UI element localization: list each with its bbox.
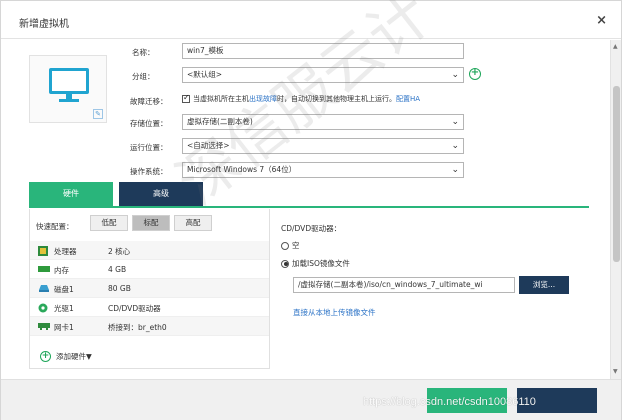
hardware-name: 光驱1 [54,304,74,313]
vm-icon-box: ✎ [29,55,107,123]
hardware-value: 4 GB [108,265,127,274]
cd-title: CD/DVD驱动器： [281,224,342,233]
dialog-footer: https://blog.csdn.net/csdn10086110 [1,379,621,420]
hardware-panel: 快速配置： 低配 标配 高配 处理器 2 核心 内存 4 GB 磁盘1 80 G… [29,209,270,369]
cpu-icon [38,246,48,256]
storage-select[interactable]: 虚拟存储(二副本卷) ⌄ [182,114,464,130]
disk-icon [39,285,49,292]
add-group-icon[interactable]: + [469,68,481,80]
edit-icon[interactable]: ✎ [93,109,103,119]
hardware-name: 网卡1 [54,323,74,332]
storage-value: 虚拟存储(二副本卷) [187,117,253,126]
scroll-down-icon[interactable]: ▼ [613,368,618,375]
hardware-value: 80 GB [108,284,131,293]
chevron-down-icon: ⌄ [451,165,459,175]
monitor-icon [49,68,89,102]
add-hardware-label: 添加硬件▼ [56,352,92,361]
runloc-select[interactable]: <自动选择> ⌄ [182,138,464,154]
chevron-down-icon: ⌄ [451,70,459,80]
quick-config-label: 快速配置： [36,222,74,231]
new-vm-dialog: 新增虚拟机 × ▲ ▼ ✎ 名称： win7_模板 分组： <默认组> ⌄ + … [0,0,622,420]
footer-watermark: https://blog.csdn.net/csdn10086110 [363,396,536,408]
radio-iso[interactable] [281,259,289,268]
scrollbar[interactable]: ▲ ▼ [610,40,621,380]
radio-empty-label: 空 [292,241,300,250]
hardware-row-memory[interactable]: 内存 4 GB [30,260,269,279]
ha-option: 当虚拟机所在主机 出现故障 时，自动切换到其他物理主机上运行。 配置HA [182,93,420,104]
radio-iso-label: 加载ISO镜像文件 [292,259,350,268]
hardware-row-nic[interactable]: 网卡1 桥接到：br_eth0 [30,317,269,336]
chevron-down-icon: ⌄ [451,117,459,127]
iso-path-input[interactable]: /虚拟存储(二副本卷)/iso/cn_windows_7_ultimate_wi [293,277,515,293]
hardware-row-disk[interactable]: 磁盘1 80 GB [30,279,269,298]
name-value: win7_模板 [187,46,224,55]
dialog-title: 新增虚拟机 [19,19,69,30]
tab-underline [29,206,589,208]
hardware-value: 2 核心 [108,247,131,256]
storage-label: 存储位置： [130,119,168,128]
hardware-name: 内存 [54,266,69,275]
group-select[interactable]: <默认组> ⌄ [182,67,464,83]
hardware-row-cpu[interactable]: 处理器 2 核心 [30,241,269,260]
scroll-thumb[interactable] [613,86,620,262]
quick-config-high-button[interactable]: 高配 [174,215,212,231]
hardware-name: 磁盘1 [54,285,74,294]
hardware-value: 桥接到：br_eth0 [108,323,167,332]
scroll-up-icon[interactable]: ▲ [613,43,618,50]
name-input[interactable]: win7_模板 [182,43,464,59]
hardware-row-cdrom[interactable]: 光驱1 CD/DVD驱动器 [30,298,269,317]
add-icon: + [40,351,51,362]
hardware-name: 处理器 [54,247,77,256]
group-label: 分组： [132,72,155,81]
quick-config-standard-button[interactable]: 标配 [132,215,170,231]
configure-ha-link[interactable]: 配置HA [396,94,420,104]
ha-checkbox[interactable] [182,93,190,103]
cd-settings-panel: CD/DVD驱动器： 空 加载ISO镜像文件 /虚拟存储(二副本卷)/iso/c… [273,209,589,369]
close-icon[interactable]: × [596,13,607,28]
group-value: <默认组> [187,70,223,79]
dialog-titlebar: 新增虚拟机 × [1,1,621,39]
ha-label: 故障迁移： [130,97,168,106]
nic-icon [38,323,50,330]
hardware-value: CD/DVD驱动器 [108,304,161,313]
chevron-down-icon: ⌄ [451,141,459,151]
tab-hardware[interactable]: 硬件 [29,182,113,206]
radio-empty[interactable] [281,241,289,250]
name-label: 名称： [132,48,155,57]
upload-iso-link[interactable]: 直接从本地上传镜像文件 [293,307,376,318]
browse-button[interactable]: 浏览... [519,276,569,294]
memory-icon [38,266,50,272]
os-value: Microsoft Windows 7（64位） [187,165,297,174]
tab-advanced[interactable]: 高级 [119,182,203,206]
os-select[interactable]: Microsoft Windows 7（64位） ⌄ [182,162,464,178]
add-hardware-button[interactable]: + 添加硬件▼ [40,351,92,362]
radio-empty-option[interactable]: 空 [281,240,300,251]
cdrom-icon [38,303,48,313]
quick-config-low-button[interactable]: 低配 [90,215,128,231]
radio-iso-option[interactable]: 加载ISO镜像文件 [281,258,350,269]
os-label: 操作系统： [130,167,168,176]
ha-fault-link[interactable]: 出现故障 [249,94,277,104]
ha-text-2: 时，自动切换到其他物理主机上运行。 [277,95,396,103]
runloc-label: 运行位置： [130,143,168,152]
ha-text-1: 当虚拟机所在主机 [193,95,249,103]
runloc-value: <自动选择> [187,141,230,150]
